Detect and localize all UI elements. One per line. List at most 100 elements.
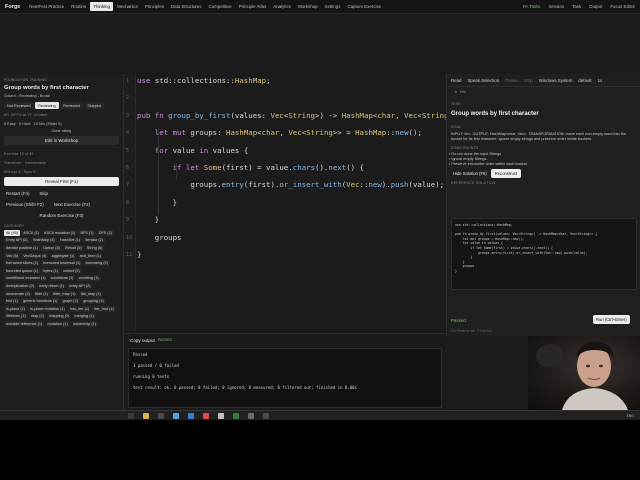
code-line[interactable]: } <box>137 250 141 259</box>
category-tag[interactable]: VecDeque (4) <box>21 252 49 259</box>
category-tag[interactable]: HashSet (1) <box>57 237 83 244</box>
reveal-first-button[interactable]: Reveal First (F1) <box>4 177 119 186</box>
category-tag[interactable]: Iterator position (1) <box>4 244 40 251</box>
run-button[interactable]: Run (Ctrl+Enter) <box>593 315 630 324</box>
nav-item-thinking[interactable]: Thinking <box>90 2 113 11</box>
category-tag[interactable]: map (2) <box>28 313 46 320</box>
category-tag[interactable]: mutation (1) <box>45 320 70 327</box>
code-line[interactable]: use std::collections::HashMap; <box>137 76 271 85</box>
category-tag[interactable]: enumerate (2) <box>4 290 32 297</box>
filter-reviewing[interactable]: Reviewing <box>35 102 59 109</box>
category-tag[interactable]: iter_mut (1) <box>92 305 116 312</box>
nav-action-output[interactable]: Output <box>586 2 605 11</box>
category-tag[interactable]: bounded queue (1) <box>4 267 41 274</box>
code-line[interactable]: if let Some(first) = value.chars().next(… <box>137 163 364 172</box>
category-tag[interactable]: Option (6) <box>41 244 62 251</box>
category-tag[interactable]: fold (1) <box>4 298 20 305</box>
category-tag[interactable]: mapping (2) <box>47 313 72 320</box>
difficulty-rating[interactable]: 8 Easy · 5 Hard · 10 Min (Slider 0) <box>4 122 119 126</box>
category-tag[interactable]: Iterator (2) <box>83 237 106 244</box>
reader-pause[interactable]: Pause <box>505 78 517 83</box>
nav-action-focus-editor[interactable]: Focus Editor <box>607 2 638 11</box>
nav-item-settings[interactable]: Settings <box>322 2 344 11</box>
nav-item-data-structures[interactable]: Data Structures <box>168 2 205 11</box>
category-tag[interactable]: Result (5) <box>63 244 84 251</box>
edit-in-workshop-button[interactable]: Edit in Workshop <box>4 136 119 145</box>
code-line[interactable]: groups.entry(first).or_insert_with(Vec::… <box>137 180 444 189</box>
nav-item-analytics[interactable]: Analytics <box>270 2 294 11</box>
code-line[interactable]: } <box>137 215 159 224</box>
taskbar-app-icon[interactable] <box>188 412 194 419</box>
category-tag[interactable]: entry API (2) <box>67 282 93 289</box>
category-tag[interactable]: Entry API (2) <box>4 237 30 244</box>
category-tag[interactable]: lifetimes (1) <box>4 313 28 320</box>
nav-item-principles[interactable]: Principles <box>142 2 167 11</box>
category-tag[interactable]: collect (2) <box>61 267 82 274</box>
random-exercise-button[interactable]: Random Exercise (F3) <box>4 211 119 220</box>
filter-reviewed[interactable]: Reviewed <box>60 102 83 109</box>
chevron-down-icon[interactable]: ▾ <box>455 89 457 94</box>
category-tag[interactable]: counting (1) <box>76 275 101 282</box>
reader-1x[interactable]: 1x <box>598 78 603 83</box>
restart-button[interactable]: Restart (F4) <box>4 189 31 198</box>
copy-output-button[interactable]: Copy output <box>130 338 155 343</box>
category-tag[interactable]: ASCII mutation (1) <box>42 229 78 236</box>
skip-button[interactable]: Skip <box>37 189 50 198</box>
code-line[interactable]: for value in values { <box>137 146 248 155</box>
reader-default[interactable]: default <box>578 78 591 83</box>
next-exercise-button[interactable]: Next Exercise (F2) <box>52 200 92 209</box>
category-tag[interactable]: flat_map (1) <box>78 290 103 297</box>
reader-speak-selection[interactable]: Speak Selection <box>468 78 500 83</box>
nav-item-competitive[interactable]: Competitive <box>206 2 235 11</box>
nav-item-routine[interactable]: Routine <box>68 2 89 11</box>
filter-skipped[interactable]: Skipped <box>84 102 105 109</box>
taskbar-app-icon[interactable] <box>218 412 224 419</box>
category-tag[interactable]: mutable reference (1) <box>4 320 45 327</box>
category-tag[interactable]: graph (2) <box>60 298 81 305</box>
category-tag[interactable]: conditions (1) <box>48 275 76 282</box>
category-tag[interactable]: borrowed traversal (1) <box>41 260 83 267</box>
reconstruct-button[interactable]: Reconstruct <box>490 169 522 178</box>
category-tag[interactable]: into_iter (1) <box>68 305 92 312</box>
category-tag[interactable]: filter (1) <box>33 290 50 297</box>
taskbar-app-icon[interactable] <box>248 412 254 419</box>
taskbar-app-icon[interactable] <box>143 412 149 419</box>
taskbar-app-icon[interactable] <box>158 412 164 419</box>
category-tag[interactable]: borrowed slices (1) <box>4 260 41 267</box>
nav-action-task[interactable]: Task <box>569 2 584 11</box>
taskbar-app-icon[interactable] <box>233 412 239 419</box>
nav-item-principle-atlas[interactable]: Principle Atlas <box>236 2 270 11</box>
nav-item-capture-exercise[interactable]: Capture Exercise <box>344 2 384 11</box>
nav-action-session[interactable]: Session <box>546 2 568 11</box>
category-tag[interactable]: deduplication (2) <box>4 282 37 289</box>
filter-not-reviewed[interactable]: Not Reviewed <box>4 102 34 109</box>
category-tag[interactable]: and_then (1) <box>77 252 104 259</box>
category-tag[interactable]: borrowing (2) <box>83 260 110 267</box>
nav-item-workshop[interactable]: Workshop <box>295 2 321 11</box>
code-line[interactable]: let mut groups: HashMap<char, Vec<String… <box>137 128 422 137</box>
hide-solution-button[interactable]: Hide Solution (F6) <box>449 169 491 178</box>
code-line[interactable]: groups <box>137 233 182 242</box>
nav-action-pa-tasks[interactable]: PA Tasks <box>520 2 544 11</box>
taskbar-app-icon[interactable] <box>128 412 134 419</box>
reader-stop[interactable]: Stop <box>524 78 533 83</box>
reader-read[interactable]: Read <box>451 78 462 83</box>
category-tag[interactable]: bytes (1) <box>41 267 61 274</box>
category-tag[interactable]: aggregate (1) <box>49 252 77 259</box>
clear-rating-link[interactable]: Clear rating <box>4 129 119 133</box>
category-tag[interactable]: generic functions (1) <box>21 298 60 305</box>
category-tag[interactable]: early return (1) <box>37 282 67 289</box>
category-tag[interactable]: in-place (1) <box>4 305 27 312</box>
category-tag[interactable]: in-place mutation (1) <box>28 305 67 312</box>
category-tag[interactable]: DFS (2) <box>96 229 115 236</box>
taskbar-app-icon[interactable] <box>173 412 179 419</box>
code-line[interactable]: pub fn group_by_first(values: Vec<String… <box>137 111 466 120</box>
category-tag[interactable]: ownership (1) <box>70 320 98 327</box>
nav-item-mechanics[interactable]: Mechanics <box>114 2 141 11</box>
category-tag[interactable]: String (6) <box>84 244 105 251</box>
taskbar-app-icon[interactable] <box>263 412 269 419</box>
category-tag[interactable]: filter_map (1) <box>51 290 78 297</box>
category-tag[interactable]: All (45) <box>4 229 21 236</box>
code-editor[interactable]: 1 2 3 4 5 6 7 8 9 10 11 use std::collections::Hash… <box>124 74 466 330</box>
category-tag[interactable]: ASCII (1) <box>21 229 41 236</box>
